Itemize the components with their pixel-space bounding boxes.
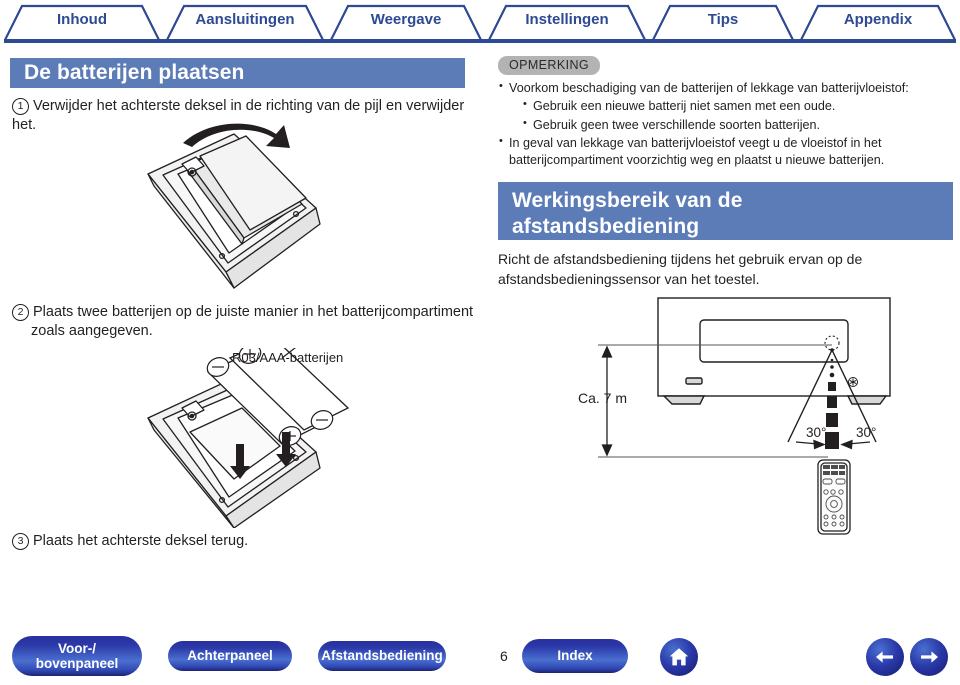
distance-label: Ca. 7 m xyxy=(578,390,628,406)
top-tab-bar: Inhoud Aansluitingen Weergave Instelling… xyxy=(0,0,960,44)
previous-page-button[interactable] xyxy=(866,638,904,676)
step-2-text: Plaats twee batterijen op de juiste mani… xyxy=(33,304,474,320)
nav-button-label-line2: bovenpaneel xyxy=(35,656,119,671)
remote-range-diagram xyxy=(598,297,891,535)
note-item: Voorkom beschadiging van de batterijen o… xyxy=(498,79,953,97)
step-3-number: 3 xyxy=(12,533,29,550)
nav-button-voor-bovenpaneel[interactable]: Voor-/ bovenpaneel xyxy=(12,636,142,676)
step-1-number: 1 xyxy=(12,98,29,115)
range-body-line2: afstandsbedieningssensor van het toestel… xyxy=(498,270,760,287)
range-body-line1: Richt de afstandsbediening tijdens het g… xyxy=(498,251,863,267)
range-body-text: Richt de afstandsbediening tijdens het g… xyxy=(498,250,958,290)
battery-type-caption: R03/AAA-batterijen xyxy=(232,350,344,365)
tab-instellingen[interactable]: Instellingen xyxy=(489,11,645,28)
battery-insert-illustration xyxy=(147,323,350,529)
step-2-text-line2: zoals aangegeven. xyxy=(31,323,153,340)
nav-button-afstandsbediening[interactable]: Afstandsbediening xyxy=(318,641,446,671)
heading-remote-range-line1: Werkingsbereik van de xyxy=(512,189,743,212)
bottom-navigation-bar: Voor-/ bovenpaneel Achterpaneel Afstands… xyxy=(0,628,960,685)
next-page-button[interactable] xyxy=(910,638,948,676)
nav-button-index[interactable]: Index xyxy=(522,639,628,673)
tab-inhoud[interactable]: Inhoud xyxy=(5,11,159,28)
angle-label-right: 30° xyxy=(856,425,877,440)
heading-remote-range: Werkingsbereik van de afstandsbediening xyxy=(498,182,953,240)
arrow-right-icon xyxy=(921,651,938,663)
note-item: Gebruik geen twee verschillende soorten … xyxy=(522,115,953,134)
nav-button-label-line1: Voor-/ xyxy=(58,640,96,656)
arrow-left-icon xyxy=(876,651,893,663)
note-item: Gebruik een nieuwe batterij niet samen m… xyxy=(522,97,953,115)
note-block: OPMERKING Voorkom beschadiging van de ba… xyxy=(498,56,953,169)
home-button[interactable] xyxy=(660,638,698,676)
angle-label-left: 30° xyxy=(806,425,827,440)
tab-aansluitingen[interactable]: Aansluitingen xyxy=(167,11,323,28)
nav-button-achterpaneel[interactable]: Achterpaneel xyxy=(168,641,292,671)
figure-insert-batteries xyxy=(130,323,415,533)
note-badge: OPMERKING xyxy=(498,56,600,75)
remote-cover-illustration xyxy=(147,123,321,289)
heading-batteries: De batterijen plaatsen xyxy=(10,58,465,88)
home-icon xyxy=(669,648,689,666)
step-2: 2 Plaats twee batterijen op de juiste man… xyxy=(12,303,482,342)
figure-remove-cover xyxy=(130,112,410,302)
step-3-text: Plaats het achterste deksel terug. xyxy=(33,533,249,549)
note-item: In geval van lekkage van batterijvloeist… xyxy=(498,134,953,170)
page-number: 6 xyxy=(500,648,508,664)
note-list: Voorkom beschadiging van de batterijen o… xyxy=(498,79,953,170)
tab-tips[interactable]: Tips xyxy=(653,11,793,28)
step-3: 3 Plaats het achterste deksel terug. xyxy=(12,532,412,551)
step-2-number: 2 xyxy=(12,304,29,321)
figure-remote-range xyxy=(560,292,960,547)
note-item-line1: In geval van lekkage van batterijvloeist… xyxy=(509,135,882,150)
note-item-line2: batterijcompartiment voorzichtig weg en … xyxy=(509,153,885,167)
heading-remote-range-line2: afstandsbediening xyxy=(512,214,700,238)
tab-appendix[interactable]: Appendix xyxy=(801,11,955,28)
tab-weergave[interactable]: Weergave xyxy=(331,11,481,28)
